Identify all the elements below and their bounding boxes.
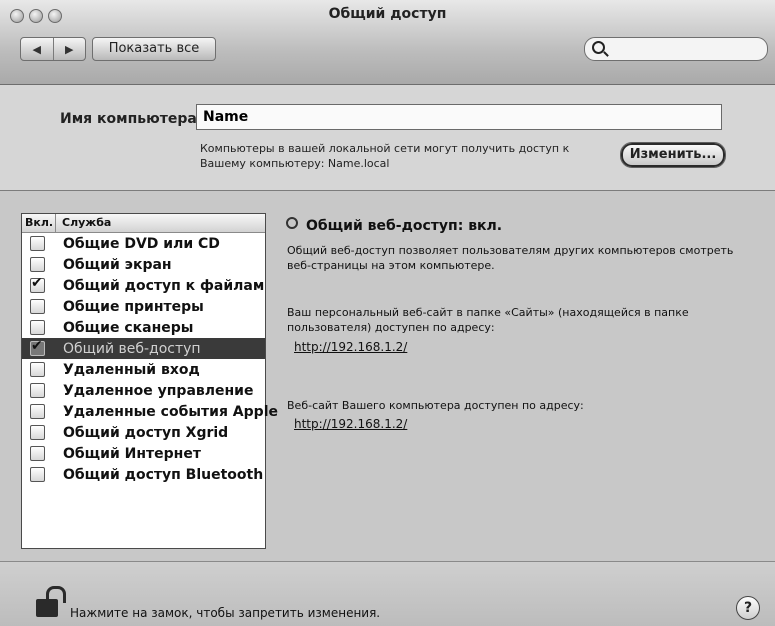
service-checkbox[interactable] (30, 236, 45, 251)
service-label: Общий доступ к файлам (63, 277, 265, 294)
search-icon (592, 41, 605, 54)
search-input[interactable] (611, 40, 760, 58)
service-row[interactable]: Общий экран (22, 254, 265, 275)
lock-icon[interactable] (36, 586, 66, 617)
status-indicator-icon (286, 217, 298, 229)
service-label: Общие DVD или CD (63, 235, 220, 252)
computer-site-text: Веб-сайт Вашего компьютера доступен по а… (287, 399, 584, 412)
navigation-buttons: ◀ ▶ (20, 37, 86, 61)
search-field[interactable] (584, 37, 768, 61)
service-row[interactable]: Общий веб-доступ (22, 338, 265, 359)
service-row[interactable]: Общие сканеры (22, 317, 265, 338)
window-title: Общий доступ (328, 6, 447, 22)
service-label: Удаленное управление (63, 382, 254, 399)
service-label: Общие сканеры (63, 319, 194, 336)
service-checkbox[interactable] (30, 275, 45, 293)
service-row[interactable]: Общий Интернет (22, 443, 265, 464)
service-description: Общий веб-доступ позволяет пользователям… (287, 244, 734, 272)
service-checkbox[interactable] (30, 362, 45, 377)
service-row[interactable]: Общий доступ Xgrid (22, 422, 265, 443)
service-checkbox[interactable] (30, 446, 45, 461)
service-label: Общий веб-доступ (63, 340, 201, 357)
service-label: Общий доступ Bluetooth (63, 466, 264, 483)
show-all-button[interactable]: Показать все (92, 37, 216, 61)
computer-name-input[interactable] (196, 104, 722, 130)
service-list-header: Вкл. Служба (22, 214, 265, 233)
service-checkbox[interactable] (30, 404, 45, 419)
change-button[interactable]: Изменить... (620, 142, 726, 168)
service-row[interactable]: Общий доступ Bluetooth (22, 464, 265, 485)
service-checkbox[interactable] (30, 299, 45, 314)
service-row[interactable]: Удаленное управление (22, 380, 265, 401)
service-row[interactable]: Удаленный вход (22, 359, 265, 380)
service-status: Общий веб-доступ: вкл. (286, 217, 502, 234)
service-row[interactable]: Удаленные события Apple (22, 401, 278, 422)
back-button[interactable]: ◀ (21, 38, 53, 60)
service-checkbox[interactable] (30, 425, 45, 440)
column-header-service[interactable]: Служба (56, 214, 111, 232)
service-row[interactable]: Общие принтеры (22, 296, 265, 317)
help-button[interactable]: ? (736, 596, 760, 620)
computer-name-hint: Компьютеры в вашей локальной сети могут … (200, 142, 570, 170)
toolbar: Общий доступ ◀ ▶ Показать все (0, 0, 775, 85)
service-label: Удаленный вход (63, 361, 200, 378)
service-label: Общие принтеры (63, 298, 204, 315)
service-row[interactable]: Общий доступ к файлам (22, 275, 265, 296)
computer-name-label: Имя компьютера: (60, 111, 203, 127)
service-rows: Общие DVD или CD Общий экран Общий доступ … (22, 233, 278, 485)
service-label: Общий Интернет (63, 445, 201, 462)
lock-text: Нажмите на замок, чтобы запретить измене… (70, 606, 381, 620)
forward-button[interactable]: ▶ (52, 38, 86, 60)
service-checkbox[interactable] (30, 320, 45, 335)
service-checkbox[interactable] (30, 383, 45, 398)
service-list: Вкл. Служба Общие DVD или CDОбщий экранО… (21, 213, 278, 549)
service-checkbox[interactable] (30, 257, 45, 272)
personal-site-text: Ваш персональный веб-сайт в папке «Сайты… (287, 306, 689, 334)
service-checkbox[interactable] (30, 467, 45, 482)
service-status-text: Общий веб-доступ: вкл. (306, 218, 503, 234)
column-header-on[interactable]: Вкл. (22, 214, 56, 232)
service-checkbox[interactable] (30, 338, 45, 356)
service-label: Общий экран (63, 256, 172, 273)
sharing-window: Общий доступ ◀ ▶ Показать все Имя компью… (0, 0, 775, 626)
personal-site-link[interactable]: http://192.168.1.2/ (294, 340, 407, 354)
service-label: Удаленные события Apple (63, 403, 278, 420)
service-label: Общий доступ Xgrid (63, 424, 229, 441)
service-row[interactable]: Общие DVD или CD (22, 233, 265, 254)
computer-site-link[interactable]: http://192.168.1.2/ (294, 417, 407, 431)
